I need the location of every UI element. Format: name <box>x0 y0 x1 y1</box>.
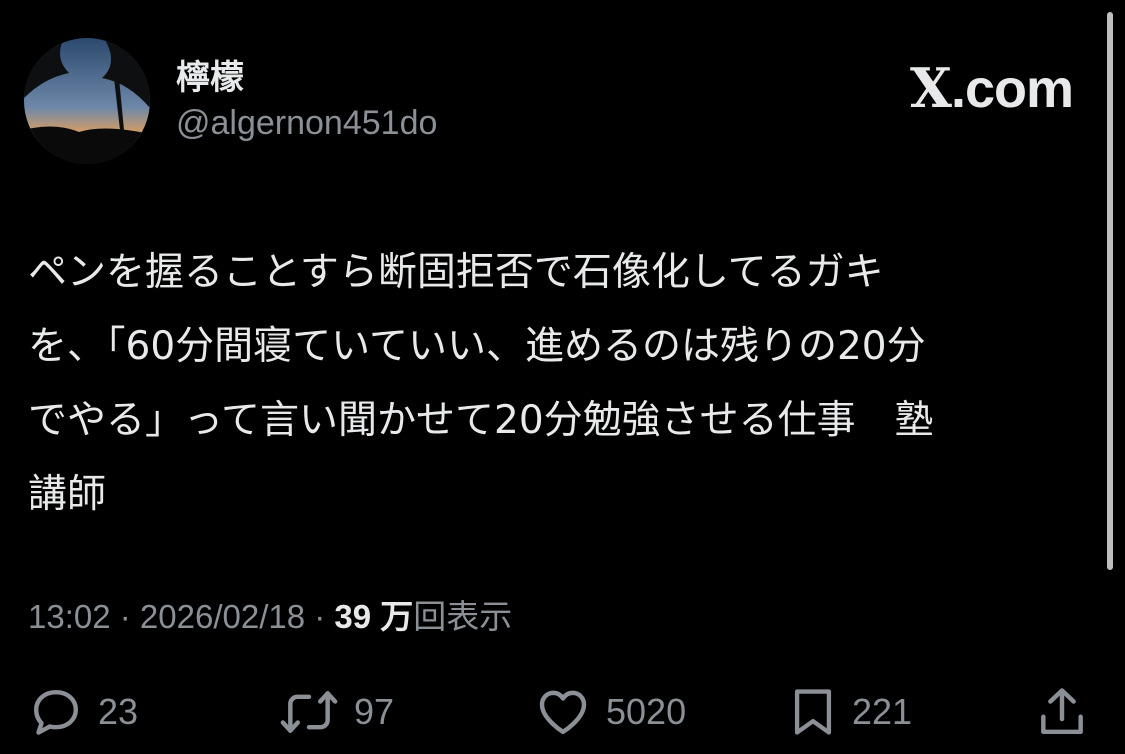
avatar[interactable] <box>24 38 150 164</box>
avatar-image <box>24 38 150 164</box>
retweet-button[interactable]: 97 <box>278 680 394 744</box>
share-icon <box>1041 688 1083 735</box>
display-name[interactable]: 檸檬 <box>176 50 244 99</box>
tweet-line: を、「60分間寝ていていい、進めるのは残りの20分 <box>28 324 926 369</box>
reply-button[interactable]: 23 <box>28 680 138 744</box>
tweet-time[interactable]: 13:02 <box>28 598 111 635</box>
brand-suffix: .com <box>950 59 1074 119</box>
scrollbar[interactable] <box>1107 12 1113 570</box>
retweet-icon <box>280 691 338 733</box>
meta-separator: · <box>305 598 335 635</box>
bookmark-icon <box>794 689 832 735</box>
bookmark-count: 221 <box>852 691 913 732</box>
reply-icon <box>33 689 79 735</box>
tweet-meta: 13:02 · 2026/02/18 · 39 万回表示 <box>28 590 512 638</box>
views-label: 回表示 <box>413 598 513 635</box>
tweet-text: ペンを握ることすら断固拒否で石像化してるガキ を、「60分間寝ていていい、進める… <box>28 236 1098 532</box>
x-logo-icon: X <box>910 56 952 120</box>
reply-count: 23 <box>98 691 139 732</box>
bookmark-button[interactable]: 221 <box>788 680 912 744</box>
like-button[interactable]: 5020 <box>534 680 686 744</box>
meta-separator: · <box>110 598 140 635</box>
action-bar: 23 97 5020 221 <box>0 680 1125 744</box>
views-count: 39 万 <box>334 598 414 635</box>
share-button[interactable] <box>1034 680 1090 744</box>
tweet-line: でやる」って言い聞かせて20分勉強させる仕事 塾 <box>28 398 934 443</box>
like-count: 5020 <box>606 691 687 732</box>
tweet-date[interactable]: 2026/02/18 <box>140 598 305 635</box>
heart-icon <box>539 690 587 735</box>
brand-logo: X.com <box>910 56 1074 120</box>
tweet-line: ペンを握ることすら断固拒否で石像化してるガキ <box>28 250 884 295</box>
tweet-line: 講師 <box>28 472 107 517</box>
user-handle[interactable]: @algernon451do <box>176 104 437 143</box>
retweet-count: 97 <box>354 691 395 732</box>
